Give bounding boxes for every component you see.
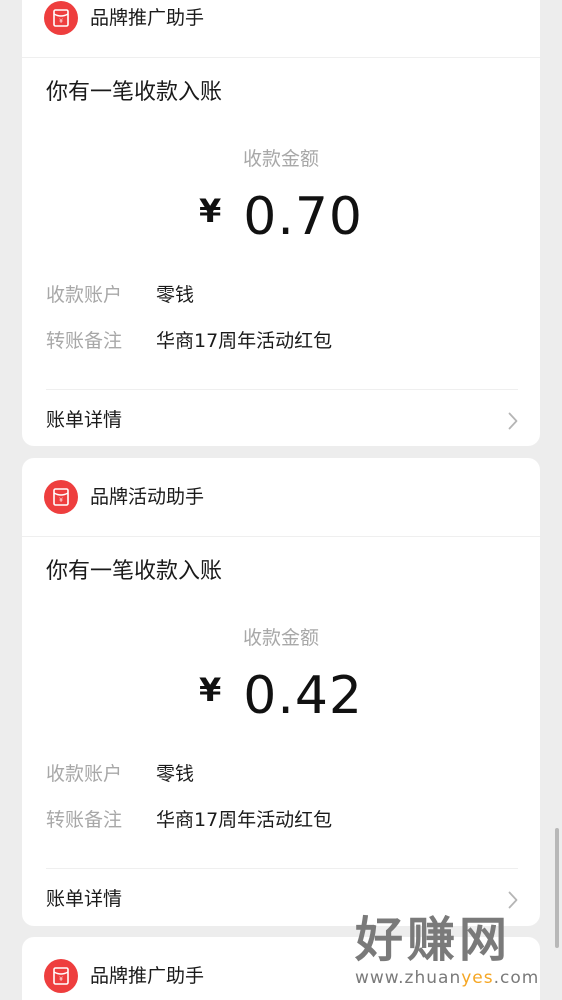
bill-detail-label: 账单详情: [46, 409, 123, 431]
svg-text:¥: ¥: [59, 18, 63, 25]
sender-name[interactable]: 品牌推广助手: [90, 3, 204, 33]
message-headline: 你有一笔收款入账: [46, 80, 223, 105]
bill-detail-link[interactable]: 账单详情: [22, 390, 540, 446]
amount-label: 收款金额: [242, 627, 319, 649]
account-value: 零钱: [156, 763, 195, 785]
bill-detail-label: 账单详情: [46, 888, 123, 910]
svg-text:¥: ¥: [59, 497, 63, 504]
amount-value: 0.42: [243, 666, 364, 726]
svg-text:¥: ¥: [59, 976, 63, 983]
watermark-title: 好赚网: [355, 912, 512, 968]
red-packet-icon[interactable]: ¥: [44, 480, 78, 514]
account-label: 收款账户: [46, 284, 123, 306]
account-value: 零钱: [156, 284, 195, 306]
message-card[interactable]: ¥ 品牌推广助手 你有一笔收款入账 收款金额 ¥0.70 收款账户 零钱 转账备…: [22, 0, 540, 446]
note-value: 华商17周年活动红包: [156, 330, 333, 352]
red-packet-icon[interactable]: ¥: [44, 959, 78, 993]
sender-name[interactable]: 品牌活动助手: [90, 482, 204, 512]
message-headline: 你有一笔收款入账: [46, 559, 223, 584]
message-card[interactable]: ¥ 品牌活动助手 你有一笔收款入账 收款金额 ¥0.42 收款账户 零钱 转账备…: [22, 458, 540, 926]
sender-name[interactable]: 品牌推广助手: [90, 961, 204, 991]
currency-symbol: ¥: [198, 192, 222, 230]
account-label: 收款账户: [46, 763, 123, 785]
watermark-url: www.zhuanyes.com: [355, 968, 540, 988]
card-header: ¥ 品牌推广助手: [22, 0, 540, 58]
amount-row: ¥0.70: [22, 187, 540, 247]
red-packet-icon[interactable]: ¥: [44, 1, 78, 35]
currency-symbol: ¥: [198, 671, 222, 709]
amount-label: 收款金额: [242, 148, 319, 170]
scrollbar[interactable]: [555, 828, 559, 948]
amount-value: 0.70: [243, 187, 364, 247]
amount-row: ¥0.42: [22, 666, 540, 726]
chevron-right-icon: [508, 412, 518, 430]
note-label: 转账备注: [46, 330, 123, 352]
card-header: ¥ 品牌活动助手: [22, 458, 540, 537]
site-watermark: 好赚网 www.zhuanyes.com: [355, 912, 555, 992]
chevron-right-icon: [508, 891, 518, 909]
note-label: 转账备注: [46, 809, 123, 831]
note-value: 华商17周年活动红包: [156, 809, 333, 831]
